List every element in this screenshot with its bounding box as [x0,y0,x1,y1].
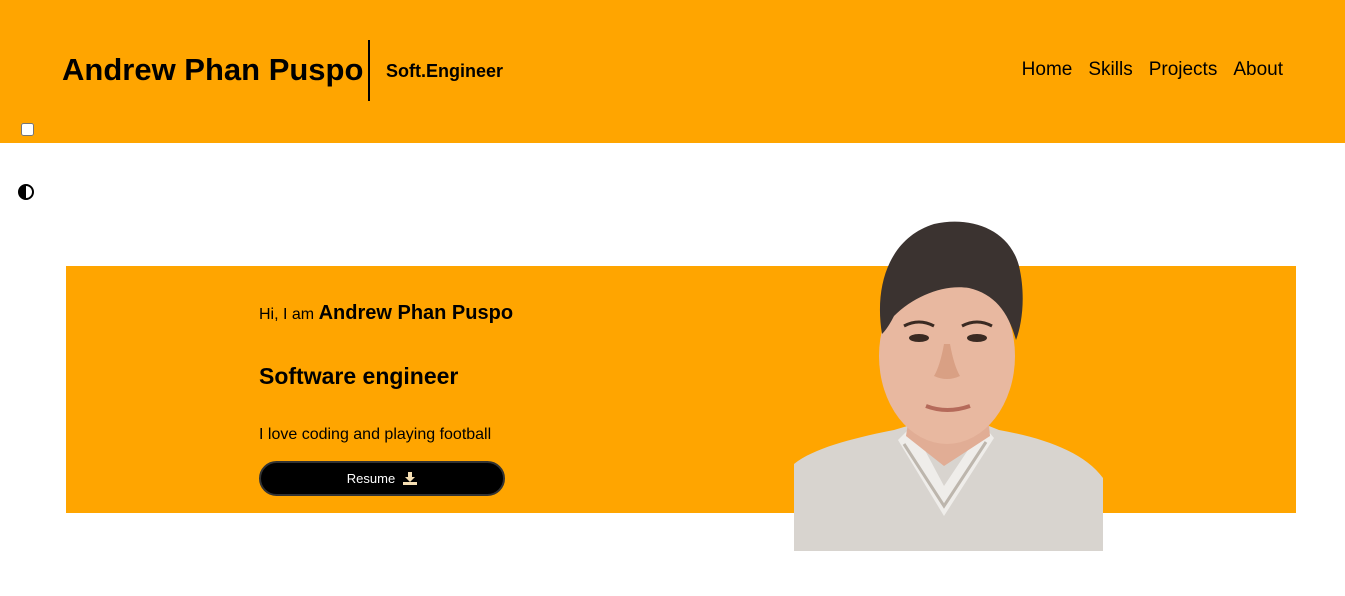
nav-projects[interactable]: Projects [1149,58,1218,82]
greeting-prefix: Hi, I am [259,306,315,323]
brand-role: Soft.Engineer [386,61,504,81]
profile-photo-illustration [794,221,1103,551]
hero-bio: I love coding and playing football [259,426,492,443]
theme-toggle-button[interactable] [17,183,35,201]
menu-toggle-checkbox[interactable] [21,123,34,136]
hero-greeting: Hi, I am Andrew Phan Puspo [259,301,513,327]
contrast-icon [18,184,34,200]
main-nav: Home Skills Projects About [1022,58,1283,82]
nav-skills[interactable]: Skills [1088,58,1132,82]
brand-divider [368,40,370,101]
hero-title: Software engineer [259,363,459,389]
hero-name: Andrew Phan Puspo [318,302,514,324]
nav-home[interactable]: Home [1022,58,1073,82]
hero-banner [66,266,1296,513]
brand-name: Andrew Phan Puspo [62,52,364,87]
site-header: Andrew Phan Puspo Soft.Engineer Home Ski… [0,0,1345,143]
download-icon [403,472,418,485]
resume-button[interactable]: Resume [259,461,505,496]
resume-label: Resume [346,471,396,486]
nav-about[interactable]: About [1233,58,1283,82]
profile-photo [794,216,1103,551]
